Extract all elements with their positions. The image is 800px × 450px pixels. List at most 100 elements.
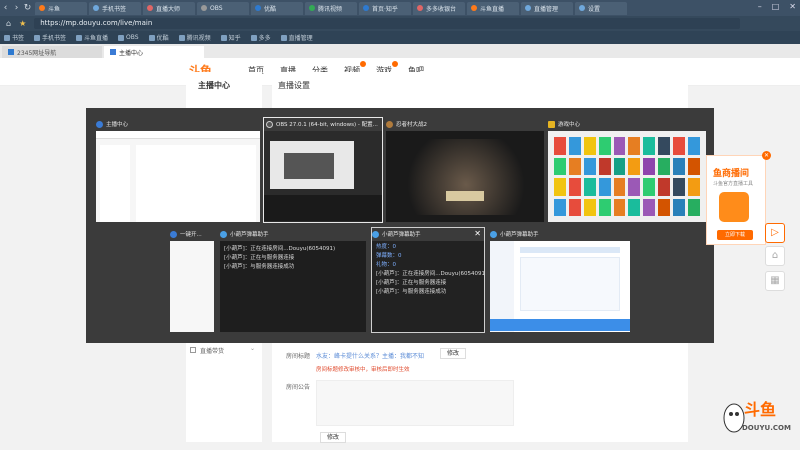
- home-icon[interactable]: ⌂: [765, 246, 785, 266]
- edit-notice-button[interactable]: 修改: [320, 432, 346, 443]
- browser-tab[interactable]: 优酷: [251, 1, 303, 15]
- close-icon[interactable]: ✕: [762, 151, 771, 160]
- window-thumbnail-game-center[interactable]: 游戏中心: [548, 118, 706, 222]
- star-icon[interactable]: ★: [19, 19, 26, 28]
- window-preview: [548, 131, 706, 222]
- tab-favicon-icon: [93, 5, 99, 11]
- window-controls: – □ ✕: [758, 2, 796, 11]
- browser-tab[interactable]: 斗鱼直播: [467, 1, 519, 15]
- page-tab-strip: 2345网址导航 主播中心: [0, 44, 800, 58]
- window-thumbnail-danmu-3[interactable]: 小葫芦弹幕助手: [490, 228, 630, 332]
- browser-tab[interactable]: OBS: [197, 1, 249, 15]
- app-icon: [96, 120, 103, 128]
- browser-tab[interactable]: 斗鱼: [35, 1, 87, 15]
- window-thumbnail-game[interactable]: 忍者村大战2: [386, 118, 544, 222]
- bookmark-item[interactable]: 手机书签: [34, 33, 66, 42]
- play-icon[interactable]: ▷: [765, 223, 785, 243]
- window-thumbnail-obs[interactable]: OBS 27.0.1 (64-bit, windows) - 配置...: [263, 117, 383, 223]
- browser-tab[interactable]: 多多收银台: [413, 1, 465, 15]
- douyu-watermark: 斗鱼 DOUYU.COM: [722, 392, 800, 440]
- tab-favicon-icon: [39, 5, 45, 11]
- back-icon[interactable]: ‹: [0, 3, 11, 13]
- bookmark-item[interactable]: 斗鱼直播: [76, 33, 108, 42]
- close-icon[interactable]: ✕: [474, 229, 481, 238]
- danmu-app-icon: [220, 230, 227, 238]
- tab-favicon-icon: [417, 5, 423, 11]
- room-title-value: 水友：峰卡提什么关系？主播：我都不知: [316, 353, 425, 360]
- notification-badge: [392, 61, 398, 67]
- bookmark-icon: [4, 34, 10, 41]
- folder-icon: [548, 120, 555, 128]
- home-icon[interactable]: ⌂: [6, 19, 11, 28]
- minimize-icon[interactable]: –: [758, 2, 762, 11]
- browser-tab[interactable]: 直播管理: [521, 1, 573, 15]
- page-tab[interactable]: 2345网址导航: [2, 46, 102, 58]
- tab-favicon-icon: [363, 5, 369, 11]
- browser-tab[interactable]: 设置: [575, 1, 627, 15]
- download-button[interactable]: 立即下载: [717, 230, 753, 240]
- notification-badge: [360, 61, 366, 67]
- sidebar-title: 主播中心: [198, 81, 230, 90]
- obs-icon: [266, 120, 273, 128]
- app-icon: [170, 230, 177, 238]
- window-preview: [386, 131, 544, 222]
- bookmark-item[interactable]: 多多: [250, 33, 271, 42]
- edit-title-button[interactable]: 修改: [440, 348, 466, 359]
- window-thumbnail-anchor-center[interactable]: 主播中心: [96, 118, 260, 222]
- page-title: 直播设置: [278, 81, 310, 90]
- browser-tab[interactable]: 腾讯视频: [305, 1, 357, 15]
- window-preview: [264, 131, 382, 222]
- maximize-icon[interactable]: □: [772, 2, 780, 11]
- sidebar-item-icon: [190, 347, 196, 353]
- bookmark-icon: [76, 34, 83, 41]
- window-thumbnail-quickstart[interactable]: 一键开...: [170, 228, 214, 332]
- window-thumbnail-danmu-2[interactable]: 小葫芦弹幕助手 ✕ 热度：0 弹幕数：0 礼物：0 [小葫芦]：正在连接房间..…: [371, 227, 485, 333]
- bookmark-icon: [148, 34, 155, 41]
- bookmark-icon: [250, 34, 257, 41]
- bookmark-item[interactable]: OBS: [118, 34, 139, 41]
- bookmark-item[interactable]: 直播管理: [280, 33, 313, 42]
- window-preview: [490, 241, 630, 332]
- window-preview: [170, 241, 214, 332]
- tab-favicon-icon: [579, 5, 585, 11]
- window-preview: [小葫芦]：正在连接房间...Douyu(6054091) [小葫芦]：正在与服…: [220, 241, 366, 332]
- bookmark-item[interactable]: 优酷: [148, 33, 169, 42]
- chevron-down-icon[interactable]: ⌄: [250, 345, 255, 352]
- danmu-app-icon: [490, 230, 497, 238]
- tab-favicon-icon: [309, 5, 315, 11]
- forward-icon[interactable]: ›: [11, 3, 22, 13]
- promo-subtitle: 斗鱼官方直播工具: [713, 181, 754, 187]
- promo-title: 鱼商播间: [713, 169, 750, 179]
- hint-text: 房间标题修改审核中，审核后即时生效: [316, 367, 410, 373]
- refresh-icon[interactable]: ↻: [22, 3, 33, 13]
- browser-tab[interactable]: 手机书签: [89, 1, 141, 15]
- close-icon[interactable]: ✕: [789, 2, 796, 11]
- page-favicon-icon: [110, 49, 116, 55]
- douyu-app-icon: [719, 192, 749, 222]
- game-icon: [386, 120, 393, 128]
- browser-tab-strip: ‹ › ↻ 斗鱼 手机书签 直播大师 OBS 优酷 腾讯视频 首页·知乎 多多收…: [0, 0, 800, 16]
- window-preview: [96, 131, 260, 222]
- page-favicon-icon: [8, 49, 14, 55]
- tab-favicon-icon: [471, 5, 477, 11]
- bookmark-icon: [178, 34, 185, 41]
- bookmark-item[interactable]: 知乎: [220, 33, 241, 42]
- room-title-label: 房间标题: [286, 353, 311, 360]
- window-thumbnail-danmu-1[interactable]: 小葫芦弹幕助手 [小葫芦]：正在连接房间...Douyu(6054091) [小…: [220, 228, 366, 332]
- danmu-app-icon: [372, 230, 379, 238]
- qrcode-icon[interactable]: ▦: [765, 271, 785, 291]
- bookmark-item[interactable]: 书签: [4, 33, 24, 42]
- tab-favicon-icon: [525, 5, 531, 11]
- browser-tab[interactable]: 直播大师: [143, 1, 195, 15]
- bookmarks-bar: 书签 手机书签 斗鱼直播 OBS 优酷 腾讯视频 知乎 多多 直播管理: [0, 31, 800, 44]
- url-field[interactable]: https://mp.douyu.com/live/main: [34, 18, 740, 29]
- bookmark-item[interactable]: 腾讯视频: [178, 33, 211, 42]
- notice-textarea[interactable]: [316, 380, 514, 426]
- notice-label: 房间公告: [286, 384, 311, 391]
- browser-tab[interactable]: 首页·知乎: [359, 1, 411, 15]
- bookmark-icon: [280, 34, 287, 41]
- task-switcher: 主播中心 OBS 27.0.1 (64-bit, windows) - 配置..…: [86, 108, 714, 343]
- sidebar-item-live-commerce[interactable]: 直播带货: [200, 346, 224, 355]
- tab-favicon-icon: [201, 5, 207, 11]
- page-tab-active[interactable]: 主播中心: [104, 46, 204, 58]
